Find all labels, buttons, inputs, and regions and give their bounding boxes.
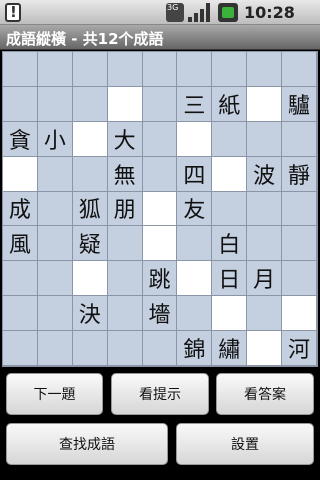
- grid-cell[interactable]: [72, 86, 108, 122]
- puzzle-grid: 三紙驢貪小大無四波靜成狐朋友風疑 白跳日月決墻錦繡河: [2, 51, 318, 367]
- grid-cell-empty-input[interactable]: [177, 261, 213, 297]
- grid-cell[interactable]: [247, 296, 283, 332]
- grid-cell[interactable]: [177, 226, 213, 262]
- grid-cell[interactable]: [37, 226, 73, 262]
- grid-cell-character[interactable]: 大: [107, 121, 143, 157]
- grid-cell-character[interactable]: 三: [177, 86, 213, 122]
- grid-cell[interactable]: [3, 296, 38, 332]
- next-puzzle-button[interactable]: 下一題: [6, 373, 103, 415]
- grid-cell-empty-input[interactable]: [247, 86, 283, 122]
- grid-cell[interactable]: [72, 331, 108, 366]
- grid-cell-character[interactable]: 波: [247, 156, 283, 192]
- grid-cell-empty-input[interactable]: [107, 86, 143, 122]
- grid-cell-character[interactable]: 朋: [107, 191, 143, 227]
- grid-cell[interactable]: [282, 121, 317, 157]
- grid-cell[interactable]: [37, 331, 73, 366]
- grid-cell-character[interactable]: 貪: [3, 121, 38, 157]
- show-answer-button[interactable]: 看答案: [216, 373, 314, 415]
- grid-cell-character[interactable]: 無: [107, 156, 143, 192]
- app-title-bar: 成語縱橫 - 共12个成語: [0, 25, 320, 50]
- grid-cell-empty-input[interactable]: [142, 191, 178, 227]
- grid-cell-empty-input[interactable]: [72, 261, 108, 297]
- grid-cell-character[interactable]: 驢: [282, 86, 317, 122]
- grid-cell[interactable]: [72, 52, 108, 87]
- grid-cell[interactable]: [247, 52, 283, 87]
- grid-cell-character[interactable]: 小: [37, 121, 73, 157]
- grid-cell[interactable]: [72, 156, 108, 192]
- grid-cell[interactable]: [142, 331, 178, 366]
- grid-cell[interactable]: [177, 296, 213, 332]
- grid-cell-empty-input[interactable]: [247, 331, 283, 366]
- grid-cell-character[interactable]: 錦: [177, 331, 213, 366]
- grid-cell[interactable]: [107, 296, 143, 332]
- grid-cell[interactable]: [177, 52, 213, 87]
- grid-cell[interactable]: [37, 156, 73, 192]
- signal-strength-icon: [188, 3, 214, 22]
- grid-cell-empty-input[interactable]: [72, 121, 108, 157]
- settings-button[interactable]: 設置: [176, 423, 314, 465]
- grid-cell[interactable]: [107, 226, 143, 262]
- grid-cell[interactable]: [212, 121, 248, 157]
- grid-cell-character[interactable]: 白: [212, 226, 248, 262]
- grid-cell[interactable]: [37, 52, 73, 87]
- grid-cell[interactable]: [37, 191, 73, 227]
- grid-cell[interactable]: [247, 121, 283, 157]
- grid-cell[interactable]: [37, 296, 73, 332]
- grid-cell-character[interactable]: 日: [212, 261, 248, 297]
- grid-cell-character[interactable]: 風: [3, 226, 38, 262]
- grid-cell-empty-input[interactable]: [212, 296, 248, 332]
- grid-cell-character[interactable]: 墻: [142, 296, 178, 332]
- grid-cell-empty-input[interactable]: [282, 296, 317, 332]
- grid-cell-character[interactable]: 疑: [72, 226, 108, 262]
- grid-cell[interactable]: [3, 52, 38, 87]
- controls-panel: 下一題 看提示 看答案 查找成語 設置: [0, 368, 320, 480]
- grid-cell-empty-input[interactable]: [177, 121, 213, 157]
- grid-cell-character[interactable]: 成: [3, 191, 38, 227]
- search-idiom-button[interactable]: 查找成語: [6, 423, 168, 465]
- grid-cell[interactable]: [107, 52, 143, 87]
- app-title: 成語縱橫 - 共12个成語: [6, 30, 164, 48]
- grid-cell[interactable]: [3, 261, 38, 297]
- grid-cell-character[interactable]: 四: [177, 156, 213, 192]
- grid-cell[interactable]: [107, 331, 143, 366]
- grid-cell[interactable]: [37, 261, 73, 297]
- grid-cell-character[interactable]: 狐: [72, 191, 108, 227]
- grid-cell[interactable]: [142, 86, 178, 122]
- grid-cell-empty-input[interactable]: [212, 156, 248, 192]
- grid-cell[interactable]: [282, 261, 317, 297]
- grid-cell[interactable]: [37, 86, 73, 122]
- grid-cell[interactable]: [247, 191, 283, 227]
- grid-cell[interactable]: [282, 191, 317, 227]
- battery-icon: [218, 3, 238, 22]
- grid-cell-empty-input[interactable]: [3, 156, 38, 192]
- grid-cell[interactable]: [212, 52, 248, 87]
- grid-cell[interactable]: [247, 226, 283, 262]
- network-3g-icon: 3G: [166, 3, 184, 22]
- grid-cell-character[interactable]: 友: [177, 191, 213, 227]
- grid-cell[interactable]: [142, 156, 178, 192]
- grid-cell-character[interactable]: 月: [247, 261, 283, 297]
- grid-cell-character[interactable]: 決: [72, 296, 108, 332]
- grid-cell[interactable]: [3, 86, 38, 122]
- show-hint-button[interactable]: 看提示: [111, 373, 209, 415]
- grid-cell-character[interactable]: 跳: [142, 261, 178, 297]
- grid-cell-character[interactable]: 靜: [282, 156, 317, 192]
- grid-cell[interactable]: [142, 121, 178, 157]
- grid-cell[interactable]: [142, 52, 178, 87]
- grid-cell[interactable]: [282, 52, 317, 87]
- network-label: 3G: [167, 3, 179, 12]
- grid-cell-empty-input[interactable]: [142, 226, 178, 262]
- grid-cell[interactable]: [3, 331, 38, 366]
- status-bar: 3G 10:28 AM: [0, 0, 320, 41]
- grid-cell-character[interactable]: 繡: [212, 331, 248, 366]
- grid-cell[interactable]: [212, 191, 248, 227]
- grid-cell[interactable]: [282, 226, 317, 262]
- notification-icon[interactable]: [5, 3, 21, 22]
- grid-cell[interactable]: [107, 261, 143, 297]
- grid-cell-character[interactable]: 河: [282, 331, 317, 366]
- grid-cell-character[interactable]: 紙: [212, 86, 248, 122]
